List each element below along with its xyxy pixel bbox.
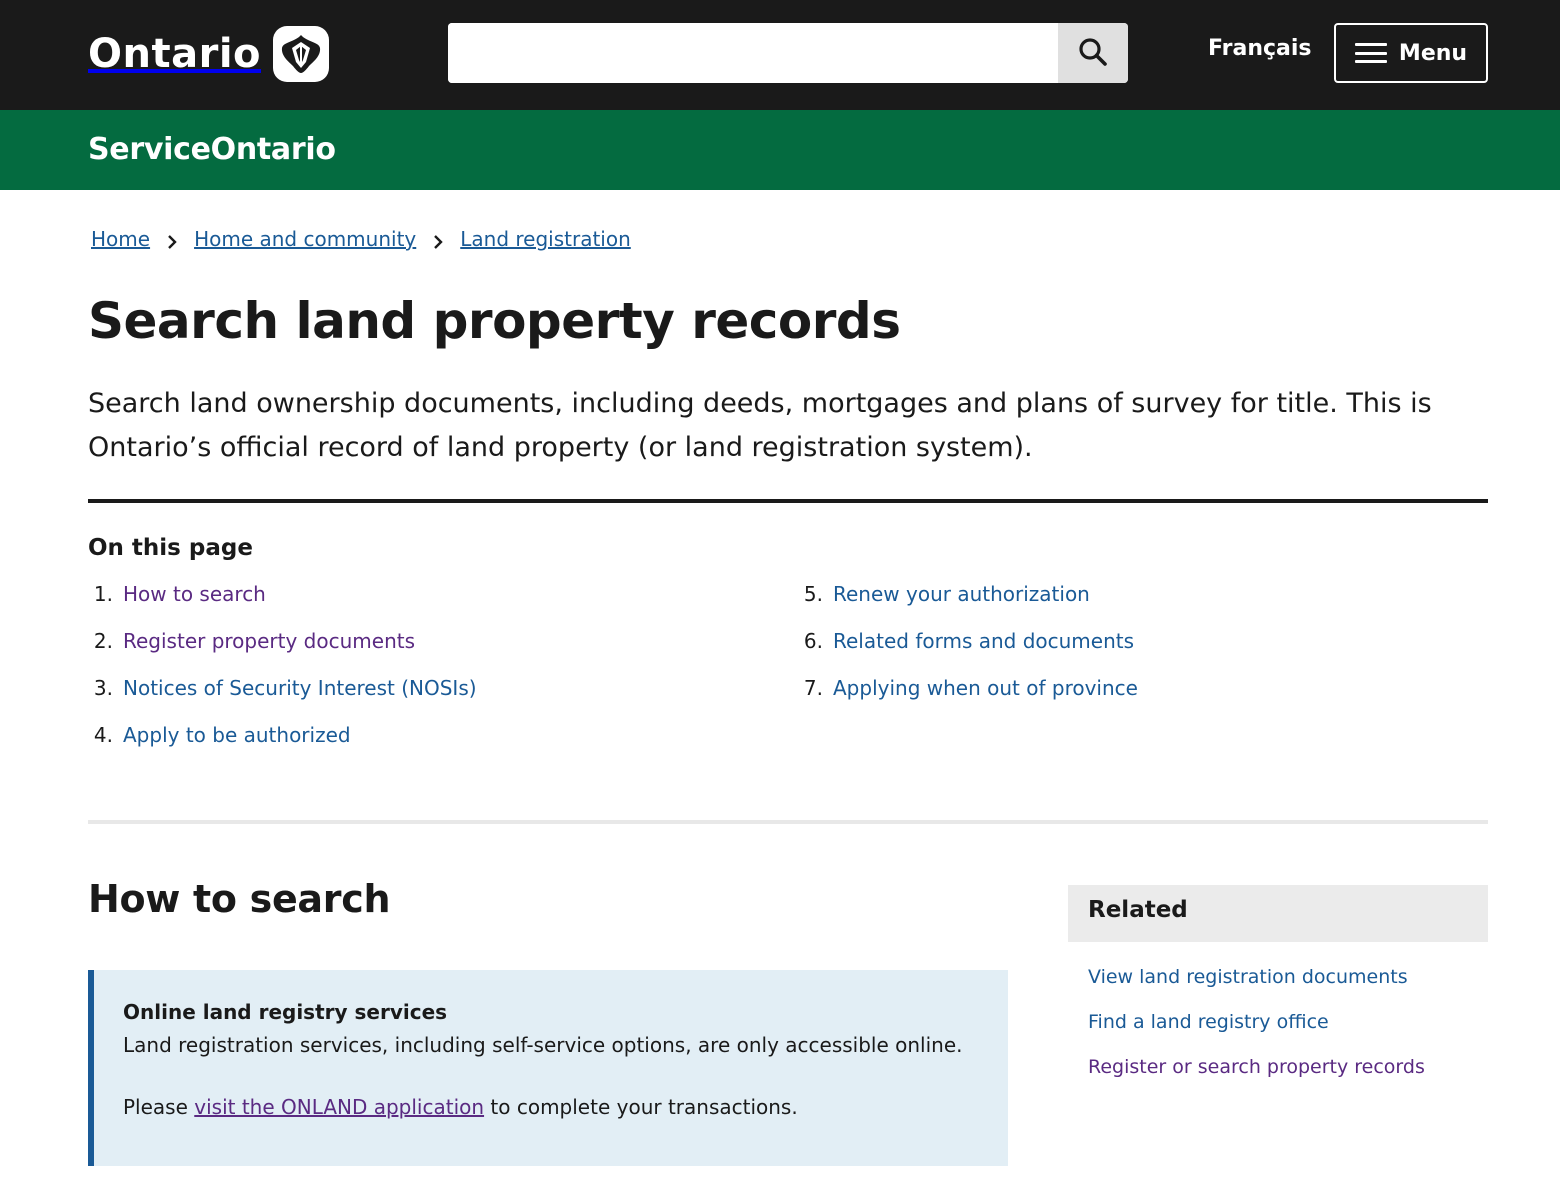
breadcrumb: Home Home and community Land registratio… bbox=[91, 227, 631, 251]
related-sidebar: Related View land registration documents… bbox=[1068, 885, 1488, 1101]
on-this-page-item: 4. Apply to be authorized bbox=[88, 723, 351, 747]
callout-text: Land registration services, including se… bbox=[123, 1033, 963, 1057]
list-item: Find a land registry office bbox=[1088, 999, 1468, 1044]
page-title: Search land property records bbox=[88, 292, 901, 350]
search-button[interactable] bbox=[1058, 23, 1128, 83]
callout-text-prefix: Please bbox=[123, 1095, 195, 1119]
chevron-right-icon bbox=[166, 231, 178, 249]
related-link-register-or-search[interactable]: Register or search property records bbox=[1088, 1056, 1425, 1078]
service-bar: ServiceOntario bbox=[0, 110, 1560, 190]
on-this-page-item: 7. Applying when out of province bbox=[798, 676, 1138, 700]
callout-text-suffix: to complete your transactions. bbox=[484, 1095, 798, 1119]
toc-link-register-property-documents[interactable]: Register property documents bbox=[123, 629, 415, 653]
toc-link-renew-authorization[interactable]: Renew your authorization bbox=[833, 582, 1090, 606]
service-ontario-link[interactable]: ServiceOntario bbox=[88, 132, 336, 167]
related-link-find-office[interactable]: Find a land registry office bbox=[1088, 1011, 1329, 1033]
callout-title: Online land registry services bbox=[123, 1000, 448, 1024]
list-number: 2. bbox=[93, 629, 113, 653]
list-number: 1. bbox=[93, 582, 113, 606]
breadcrumb-home-and-community[interactable]: Home and community bbox=[194, 227, 416, 251]
breadcrumb-home[interactable]: Home bbox=[91, 227, 150, 251]
menu-button-label: Menu bbox=[1398, 40, 1468, 66]
callout-text-onland: Please visit the ONLAND application to c… bbox=[123, 1092, 979, 1122]
site-header: Ontario Français Menu bbox=[0, 0, 1560, 110]
toc-link-related-forms[interactable]: Related forms and documents bbox=[833, 629, 1134, 653]
on-this-page-item: 3. Notices of Security Interest (NOSIs) bbox=[88, 676, 477, 700]
onland-application-link[interactable]: visit the ONLAND application bbox=[194, 1095, 484, 1119]
list-number: 7. bbox=[803, 676, 823, 700]
list-number: 6. bbox=[803, 629, 823, 653]
chevron-right-icon bbox=[432, 231, 444, 249]
search-icon bbox=[1077, 36, 1109, 71]
list-number: 4. bbox=[93, 723, 113, 747]
list-number: 3. bbox=[93, 676, 113, 700]
menu-button[interactable]: Menu bbox=[1334, 23, 1488, 83]
page-lead: Search land ownership documents, includi… bbox=[88, 388, 1432, 463]
related-links-list: View land registration documents Find a … bbox=[1068, 942, 1488, 1101]
related-heading: Related bbox=[1068, 885, 1488, 942]
toc-link-apply-to-be-authorized[interactable]: Apply to be authorized bbox=[123, 723, 351, 747]
ontario-trillium-icon bbox=[273, 26, 330, 82]
toc-link-how-to-search[interactable]: How to search bbox=[123, 582, 266, 606]
callout-box: Online land registry services Land regis… bbox=[88, 970, 1008, 1166]
on-this-page-heading: On this page bbox=[88, 535, 253, 561]
list-number: 5. bbox=[803, 582, 823, 606]
divider bbox=[88, 499, 1488, 503]
toc-link-out-of-province[interactable]: Applying when out of province bbox=[833, 676, 1138, 700]
hamburger-menu-icon bbox=[1354, 42, 1387, 64]
on-this-page-item: 1. How to search bbox=[88, 582, 266, 606]
related-link-view-documents[interactable]: View land registration documents bbox=[1088, 966, 1408, 988]
on-this-page-item: 2. Register property documents bbox=[88, 629, 415, 653]
search-input[interactable] bbox=[448, 23, 1058, 83]
on-this-page-list: 1. How to search 2. Register property do… bbox=[88, 582, 1488, 772]
ontario-logo-link[interactable]: Ontario bbox=[88, 24, 330, 84]
on-this-page-item: 6. Related forms and documents bbox=[798, 629, 1134, 653]
list-item: Register or search property records bbox=[1088, 1044, 1468, 1089]
logo-text: Ontario bbox=[88, 31, 262, 77]
list-item: View land registration documents bbox=[1088, 954, 1468, 999]
on-this-page-item: 5. Renew your authorization bbox=[798, 582, 1090, 606]
site-search bbox=[448, 23, 1128, 83]
section-divider bbox=[88, 820, 1488, 824]
toc-link-nosis[interactable]: Notices of Security Interest (NOSIs) bbox=[123, 676, 477, 700]
section-heading-how-to-search: How to search bbox=[88, 877, 391, 921]
breadcrumb-land-registration[interactable]: Land registration bbox=[460, 227, 631, 251]
language-toggle-link[interactable]: Français bbox=[1208, 36, 1312, 61]
